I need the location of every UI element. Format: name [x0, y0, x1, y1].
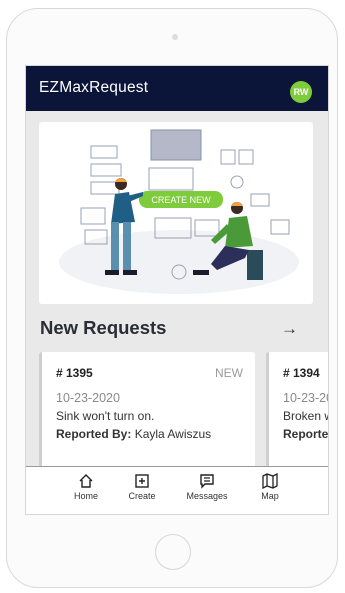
section-title: New Requests: [40, 317, 167, 338]
app-screen: EZMaxRequest RW CREATE NEW New Requests …: [25, 65, 329, 515]
request-description: Broken w: [283, 409, 329, 423]
nav-create[interactable]: Create: [112, 473, 172, 501]
reported-by-label: Reported By:: [56, 427, 132, 441]
reported-by: Reported By: Kayla Awiszus: [56, 427, 211, 441]
request-description: Sink won't turn on.: [56, 409, 155, 423]
plus-square-icon: [135, 474, 149, 488]
request-card[interactable]: # 1395 NEW 10-23-2020 Sink won't turn on…: [39, 352, 255, 474]
app-bar: EZMaxRequest RW: [26, 66, 328, 111]
app-title: EZMaxRequest: [39, 79, 149, 96]
hero-artwork: CREATE NEW: [59, 129, 299, 294]
bottom-nav: Home Create Messages Map: [26, 466, 328, 514]
nav-home[interactable]: Home: [56, 473, 116, 501]
request-date: 10-23-2020: [56, 391, 120, 405]
nav-map[interactable]: Map: [240, 473, 300, 501]
request-number: # 1395: [56, 366, 93, 380]
camera-dot: [172, 34, 178, 40]
reported-by-label: Reporte: [283, 427, 329, 441]
nav-label: Home: [73, 491, 98, 501]
request-date: 10-23-2020: [283, 391, 328, 405]
avatar[interactable]: RW: [290, 81, 312, 103]
message-icon: [200, 474, 214, 489]
reported-by-name: Kayla Awiszus: [134, 427, 212, 441]
home-icon: [79, 474, 93, 488]
nav-label: Messages: [186, 491, 228, 501]
nav-label: Create: [128, 491, 156, 501]
nav-label: Map: [261, 491, 279, 501]
request-card[interactable]: # 1394 10-23-2020 Broken w Reporte: [266, 352, 329, 474]
nav-messages[interactable]: Messages: [177, 473, 237, 501]
map-icon: [262, 473, 278, 489]
hero-illustration: CREATE NEW: [39, 122, 313, 304]
status-badge: NEW: [215, 366, 243, 380]
home-button[interactable]: [155, 534, 191, 570]
arrow-right-icon[interactable]: →: [281, 319, 298, 339]
request-number: # 1394: [283, 366, 320, 380]
reported-by: Reporte: [283, 427, 328, 441]
create-new-cta: CREATE NEW: [151, 195, 211, 205]
